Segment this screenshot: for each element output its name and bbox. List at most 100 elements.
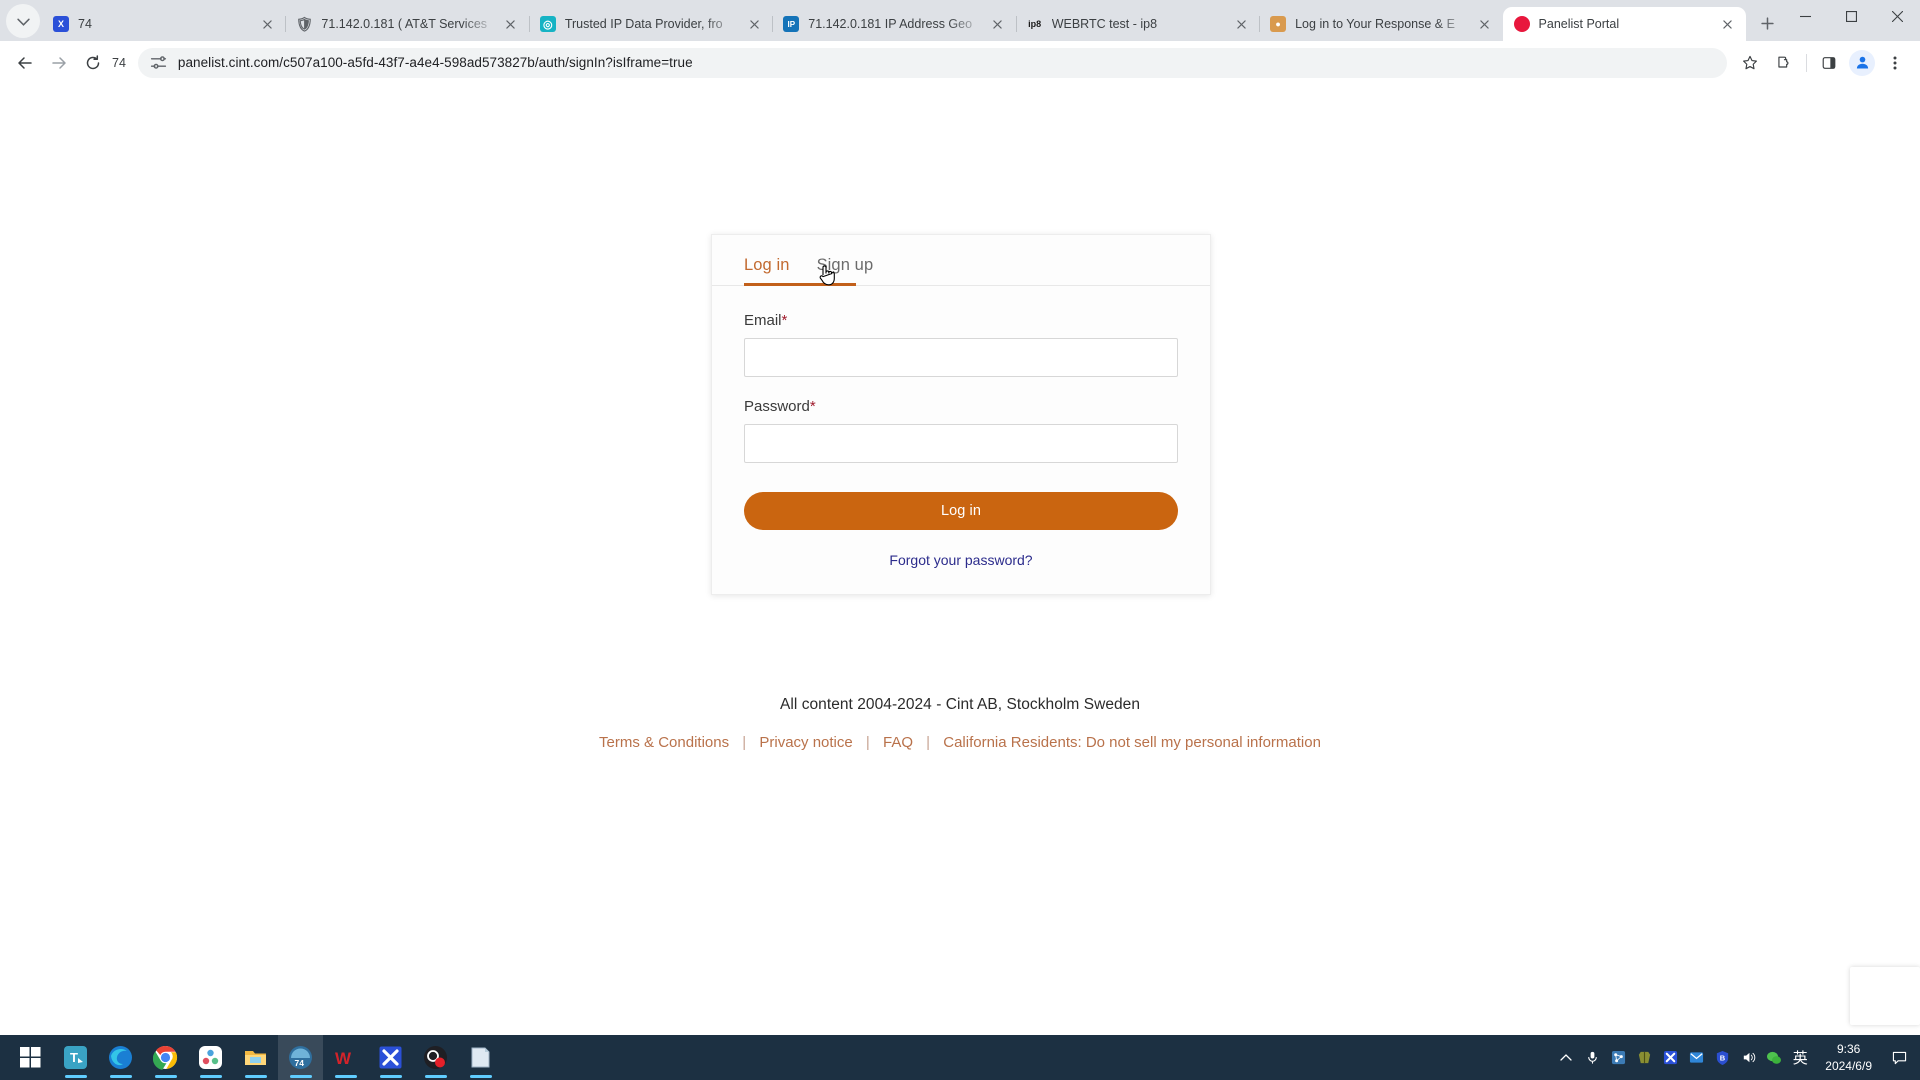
notes-app[interactable] xyxy=(458,1035,503,1080)
system-tray: B 英 9:36 2024/6/9 xyxy=(1553,1035,1920,1080)
tab-title: 71.142.0.181 ( AT&T Services xyxy=(321,17,488,31)
taskbar-apps: T 74 W xyxy=(0,1035,503,1080)
tab-title: Trusted IP Data Provider, fro xyxy=(564,17,723,31)
chevron-up-icon xyxy=(1560,1053,1572,1061)
ime-indicator[interactable]: 英 xyxy=(1787,1035,1813,1080)
browser-tab[interactable]: ip8 WEBRTC test - ip8 xyxy=(1016,7,1261,41)
browser-tab[interactable]: ◎ Trusted IP Data Provider, fro xyxy=(529,7,774,41)
tab-search-button[interactable] xyxy=(6,4,40,38)
close-icon[interactable] xyxy=(1231,14,1251,34)
privacy-link[interactable]: Privacy notice xyxy=(759,734,852,751)
notes-icon xyxy=(471,1047,490,1068)
minimize-button[interactable] xyxy=(1782,0,1828,33)
email-label-text: Email xyxy=(744,312,782,329)
tab-title: Log in to Your Response & E xyxy=(1295,17,1455,31)
footer-separator: | xyxy=(926,734,931,751)
faq-link[interactable]: FAQ xyxy=(883,734,913,751)
required-asterisk: * xyxy=(781,312,788,329)
x-blue-icon xyxy=(379,1046,402,1069)
notification-bubble-icon xyxy=(1892,1051,1906,1064)
x-browser-app[interactable] xyxy=(368,1035,413,1080)
tab-sign-up[interactable]: Sign up xyxy=(817,256,874,286)
x-blue-icon: X xyxy=(53,16,69,32)
edge-app[interactable] xyxy=(98,1035,143,1080)
recaptcha-badge[interactable] xyxy=(1850,967,1920,1025)
close-icon[interactable] xyxy=(1475,14,1495,34)
security-tray[interactable] xyxy=(1631,1035,1657,1080)
log-in-button[interactable]: Log in xyxy=(744,492,1178,530)
close-icon[interactable] xyxy=(501,14,521,34)
ip8-icon: ip8 xyxy=(1028,19,1042,29)
browser-toolbar: 74 panelist.cint.com/c507a100-a5fd-43f7-… xyxy=(0,41,1920,84)
address-bar[interactable]: panelist.cint.com/c507a100-a5fd-43f7-a4e… xyxy=(137,47,1727,78)
close-icon[interactable] xyxy=(1718,14,1738,34)
coin-icon: ● xyxy=(1270,16,1287,32)
network-tool-tray[interactable] xyxy=(1605,1035,1631,1080)
browser-tab[interactable]: ● Log in to Your Response & E xyxy=(1259,7,1502,41)
b-shield-icon: B xyxy=(1716,1050,1728,1065)
taskbar-clock[interactable]: 9:36 2024/6/9 xyxy=(1813,1041,1884,1073)
reload-button[interactable] xyxy=(78,48,108,78)
bookmark-button[interactable] xyxy=(1735,48,1765,78)
start-button[interactable] xyxy=(8,1035,53,1080)
notification-center-button[interactable] xyxy=(1884,1035,1914,1080)
wechat-tray[interactable] xyxy=(1761,1035,1787,1080)
proxy-74-app[interactable]: 74 xyxy=(278,1035,323,1080)
mail-icon xyxy=(1689,1052,1703,1063)
window-controls xyxy=(1782,0,1920,41)
browser-menu-button[interactable] xyxy=(1880,48,1910,78)
close-icon[interactable] xyxy=(257,14,277,34)
profile-button[interactable] xyxy=(1849,49,1875,76)
microphone-icon xyxy=(1587,1051,1597,1064)
obs-app[interactable] xyxy=(413,1035,458,1080)
browser-tab[interactable]: 🛡 71.142.0.181 ( AT&T Services xyxy=(285,7,530,41)
volume-tray[interactable] xyxy=(1735,1035,1761,1080)
microphone-indicator[interactable] xyxy=(1579,1035,1605,1080)
email-input[interactable] xyxy=(744,338,1178,377)
profile-avatar-icon xyxy=(1856,56,1868,69)
x-blue-icon xyxy=(1663,1050,1677,1065)
new-tab-button[interactable] xyxy=(1754,9,1782,37)
svg-text:74: 74 xyxy=(295,1058,305,1068)
tune-site-settings-icon[interactable] xyxy=(150,54,167,71)
bitdefender-tray[interactable]: B xyxy=(1709,1035,1735,1080)
footer-links: Terms & Conditions | Privacy notice | FA… xyxy=(0,734,1920,751)
vest-icon xyxy=(1638,1051,1650,1064)
tab-log-in[interactable]: Log in xyxy=(744,256,790,286)
required-asterisk: * xyxy=(809,398,816,415)
terms-link[interactable]: Terms & Conditions xyxy=(599,734,729,751)
windows-logo-icon xyxy=(20,1047,41,1068)
close-icon[interactable] xyxy=(988,14,1008,34)
mail-tray[interactable] xyxy=(1683,1035,1709,1080)
file-explorer-app[interactable] xyxy=(233,1035,278,1080)
maximize-button[interactable] xyxy=(1828,0,1874,33)
molecule-app[interactable] xyxy=(188,1035,233,1080)
password-label: Password* xyxy=(744,398,1178,415)
close-window-button[interactable] xyxy=(1874,0,1920,33)
browser-tab-active[interactable]: Panelist Portal xyxy=(1502,7,1746,41)
forgot-password-link[interactable]: Forgot your password? xyxy=(744,552,1178,568)
location-pin-icon: ◎ xyxy=(539,16,556,32)
back-button[interactable] xyxy=(10,48,40,78)
forward-button[interactable] xyxy=(44,48,74,78)
wps-office-app[interactable]: W xyxy=(323,1035,368,1080)
plus-icon xyxy=(1761,16,1775,30)
extensions-button[interactable] xyxy=(1769,48,1799,78)
clock-time: 9:36 xyxy=(1836,1042,1861,1057)
browser-tab[interactable]: X 74 xyxy=(42,7,287,41)
speaker-icon xyxy=(1743,1052,1755,1063)
show-hidden-icons-button[interactable] xyxy=(1553,1035,1579,1080)
x-tray[interactable] xyxy=(1657,1035,1683,1080)
login-form: Email* Password* Log in Forgot your pass… xyxy=(712,286,1210,568)
close-icon[interactable] xyxy=(744,14,764,34)
browser-tab[interactable]: IP 71.142.0.181 IP Address Geo xyxy=(772,7,1017,41)
password-input[interactable] xyxy=(744,424,1178,463)
side-panel-button[interactable] xyxy=(1814,48,1844,78)
teams-app[interactable]: T xyxy=(53,1035,98,1080)
do-not-sell-link[interactable]: California Residents: Do not sell my per… xyxy=(943,734,1321,751)
tab-title: 74 xyxy=(78,17,92,31)
tab-strip: X 74 🛡 71.142.0.181 ( AT&T Services ◎ Tr… xyxy=(0,0,1920,41)
reload-icon xyxy=(86,54,100,69)
svg-text:B: B xyxy=(1719,1053,1725,1062)
chrome-app[interactable] xyxy=(143,1035,188,1080)
